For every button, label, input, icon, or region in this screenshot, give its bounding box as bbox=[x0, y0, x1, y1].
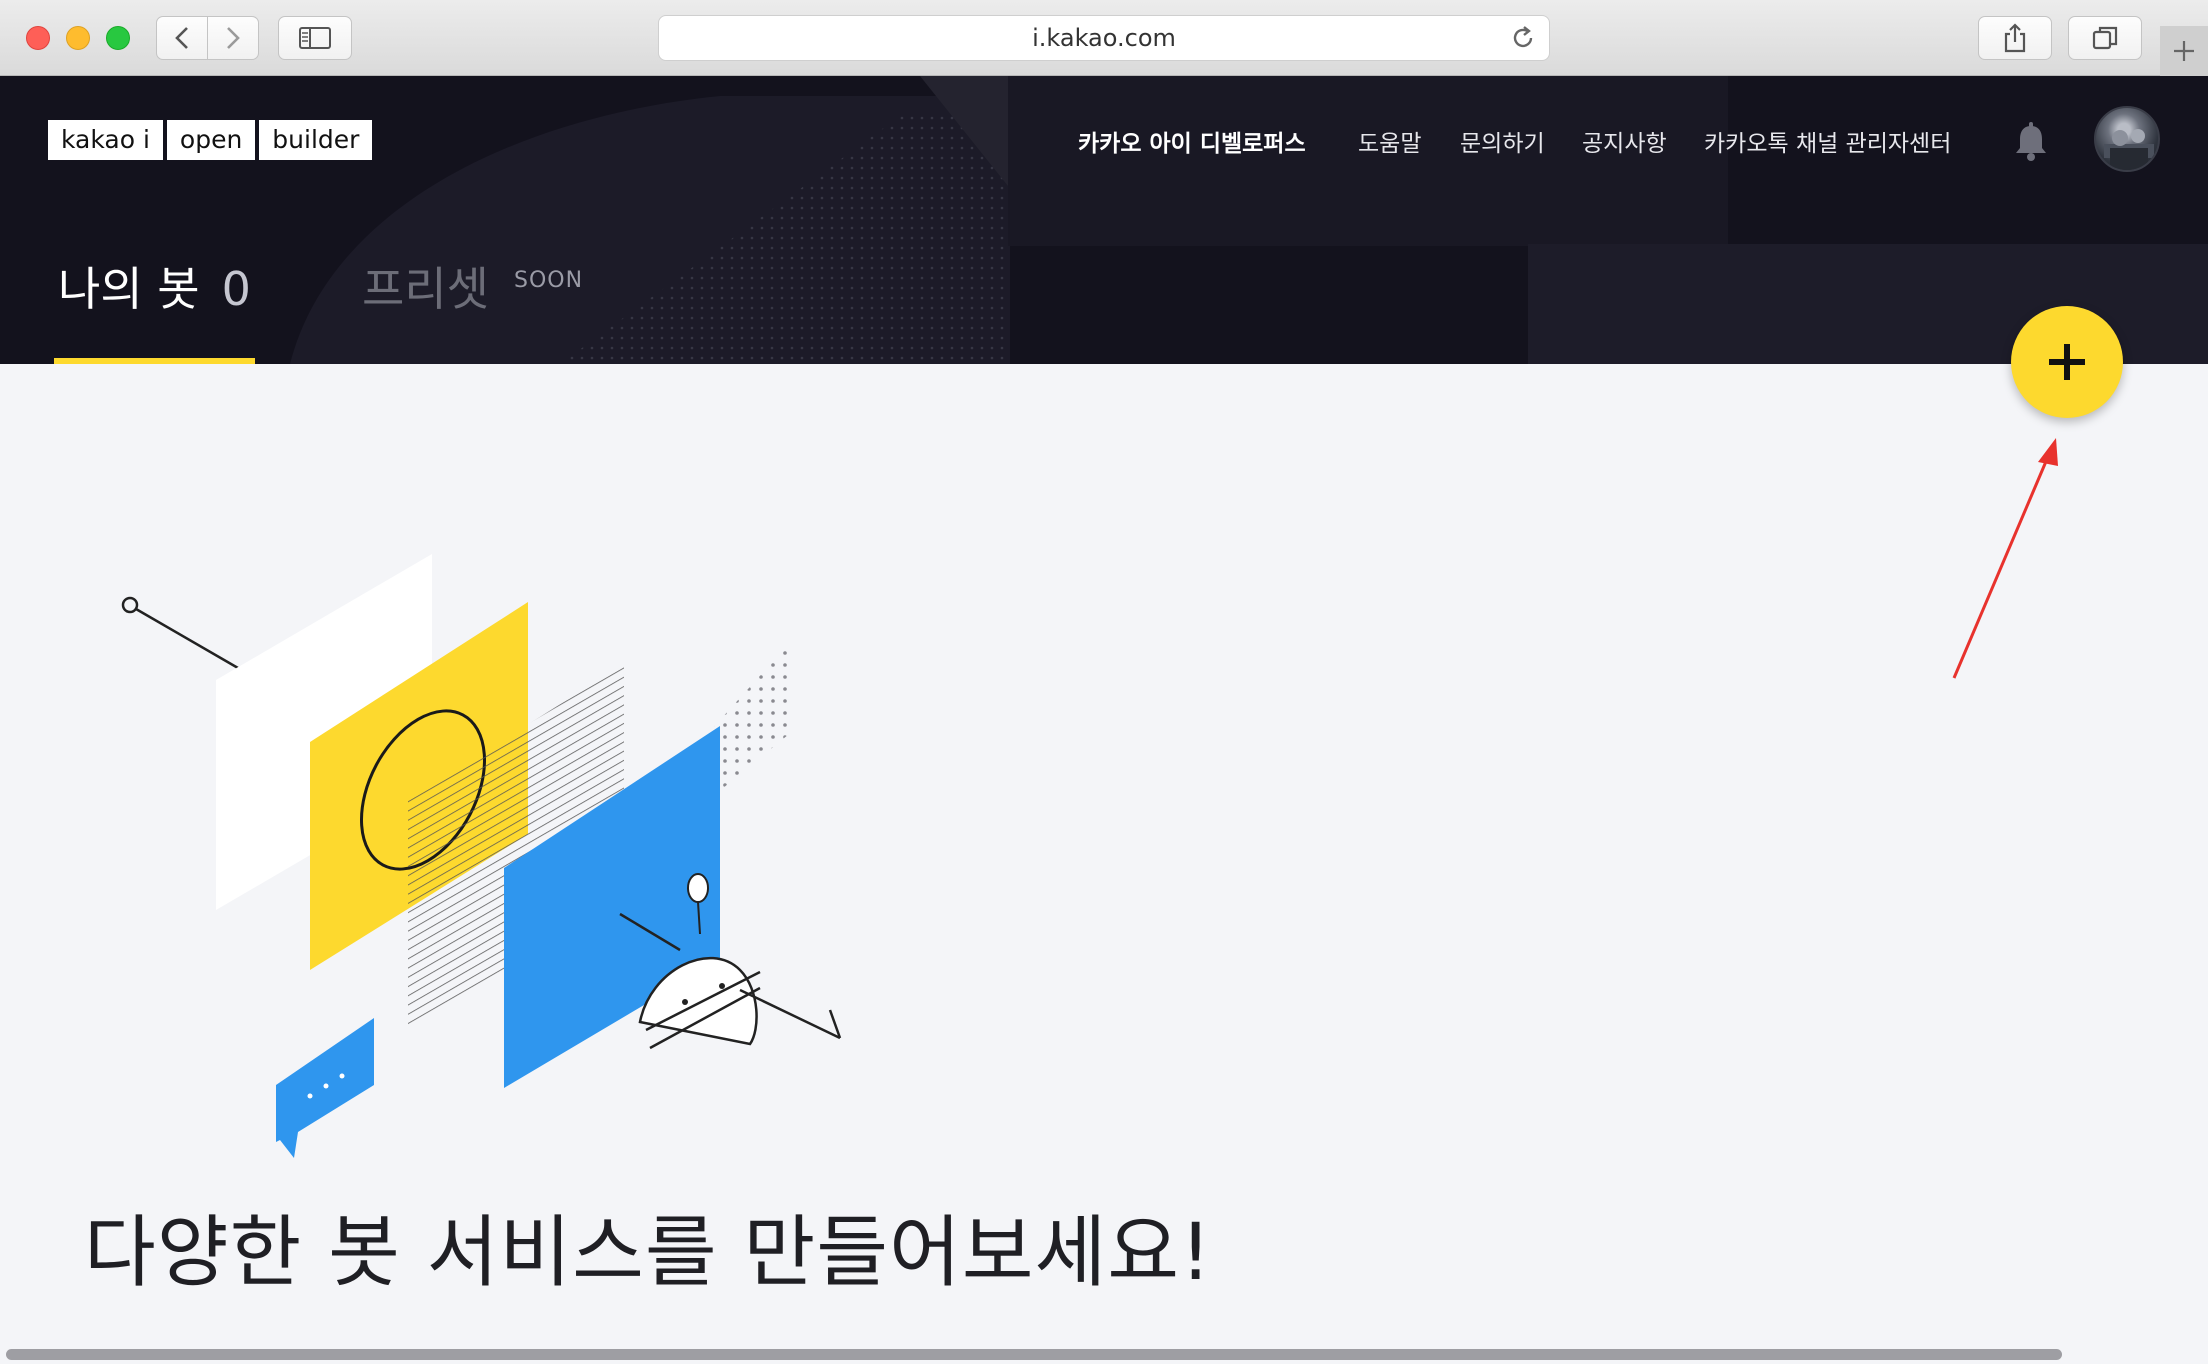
nav-kakao-i-developers[interactable]: 카카오 아이 디벨로퍼스 bbox=[1078, 124, 1306, 164]
chevron-right-icon bbox=[227, 27, 240, 49]
scrollbar-thumb[interactable] bbox=[6, 1349, 2062, 1360]
empty-state-headline: 다양한 봇 서비스를 만들어보세요! bbox=[84, 1208, 1213, 1298]
soon-badge: SOON bbox=[514, 268, 584, 293]
plus-icon bbox=[2049, 344, 2085, 380]
back-button[interactable] bbox=[156, 16, 208, 60]
nav-kakaotalk-channel-admin[interactable]: 카카오톡 채널 관리자센터 bbox=[1704, 124, 1951, 164]
top-navigation: 카카오 아이 디벨로퍼스 도움말 문의하기 공지사항 카카오톡 채널 관리자센터 bbox=[0, 124, 2208, 164]
minimize-window-button[interactable] bbox=[66, 26, 90, 50]
forward-button[interactable] bbox=[207, 16, 259, 60]
reload-icon[interactable] bbox=[1509, 24, 1537, 52]
user-avatar[interactable] bbox=[2094, 106, 2160, 172]
page-header: kakao i open builder 카카오 아이 디벨로퍼스 도움말 문의… bbox=[0, 76, 2208, 364]
horizontal-scrollbar[interactable] bbox=[0, 1346, 2208, 1364]
tab-overview-button[interactable] bbox=[2068, 16, 2142, 60]
nav-help[interactable]: 도움말 bbox=[1358, 124, 1421, 164]
bot-builder-illustration bbox=[121, 554, 842, 1158]
bot-count: 0 bbox=[221, 262, 251, 316]
nav-contact[interactable]: 문의하기 bbox=[1460, 124, 1545, 164]
zoom-window-button[interactable] bbox=[106, 26, 130, 50]
tabs-icon bbox=[2092, 26, 2118, 50]
address-bar[interactable]: i.kakao.com bbox=[658, 15, 1550, 61]
notification-bell-icon[interactable] bbox=[2014, 122, 2048, 162]
url-text: i.kakao.com bbox=[1032, 24, 1176, 52]
active-tab-indicator bbox=[54, 358, 255, 364]
create-bot-button[interactable] bbox=[2011, 306, 2123, 418]
chevron-left-icon bbox=[175, 27, 188, 49]
tab-my-bots-label: 나의 봇 bbox=[58, 262, 200, 316]
tab-preset[interactable]: 프리셋 bbox=[362, 266, 489, 312]
new-tab-button[interactable] bbox=[2160, 26, 2208, 76]
sidebar-icon bbox=[299, 27, 331, 49]
nav-notices[interactable]: 공지사항 bbox=[1582, 124, 1667, 164]
tab-preset-label: 프리셋 bbox=[362, 262, 489, 316]
annotation-arrow bbox=[1952, 438, 2058, 679]
share-icon bbox=[2004, 23, 2026, 53]
tab-my-bots[interactable]: 나의 봇0 bbox=[58, 266, 251, 312]
sidebar-toggle-button[interactable] bbox=[278, 16, 352, 60]
browser-toolbar: i.kakao.com bbox=[0, 0, 2208, 76]
share-button[interactable] bbox=[1978, 16, 2052, 60]
close-window-button[interactable] bbox=[26, 26, 50, 50]
plus-icon bbox=[2174, 41, 2194, 61]
